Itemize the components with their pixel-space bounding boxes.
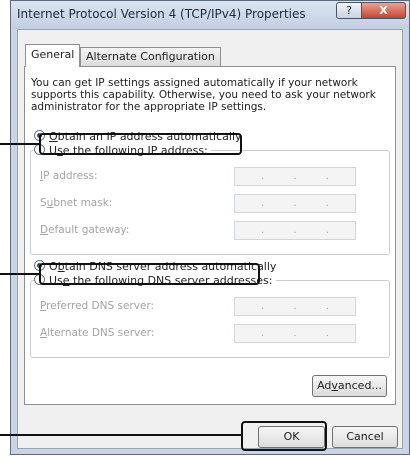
- default-gateway-field[interactable]: . . .: [234, 221, 356, 240]
- callout-line-ip: [0, 143, 40, 145]
- title-bar[interactable]: Internet Protocol Version 4 (TCP/IPv4) P…: [11, 1, 409, 29]
- callout-obtain-ip: [39, 133, 242, 155]
- ip-address-field[interactable]: . . .: [234, 167, 356, 186]
- alternate-dns-field[interactable]: . . .: [234, 324, 356, 343]
- cancel-button[interactable]: Cancel: [332, 426, 398, 448]
- callout-line-ok: [0, 434, 242, 436]
- subnet-mask-label: Subnet mask:: [40, 197, 113, 209]
- dns-server-group: [30, 280, 390, 358]
- ip-address-label: IP address:: [40, 170, 98, 182]
- tab-general[interactable]: General: [25, 44, 81, 67]
- advanced-button[interactable]: Advanced...: [312, 375, 387, 397]
- preferred-dns-field[interactable]: . . .: [234, 297, 356, 316]
- alternate-dns-label: Alternate DNS server:: [40, 327, 155, 339]
- dialog-client-area: General Alternate Configuration You can …: [17, 29, 403, 449]
- close-button[interactable]: X: [361, 2, 406, 19]
- properties-dialog: Internet Protocol Version 4 (TCP/IPv4) P…: [10, 0, 410, 455]
- default-gateway-label: Default gateway:: [40, 224, 130, 236]
- callout-ok: [241, 421, 327, 451]
- help-button[interactable]: ?: [336, 2, 362, 19]
- subnet-mask-field[interactable]: . . .: [234, 194, 356, 213]
- intro-text: You can get IP settings assigned automat…: [31, 77, 376, 113]
- general-tab-panel: You can get IP settings assigned automat…: [24, 66, 396, 405]
- tab-alternate-configuration[interactable]: Alternate Configuration: [80, 47, 221, 66]
- callout-line-dns: [0, 273, 40, 275]
- preferred-dns-label: Preferred DNS server:: [40, 300, 155, 312]
- callout-obtain-dns: [39, 263, 260, 285]
- window-title: Internet Protocol Version 4 (TCP/IPv4) P…: [17, 7, 306, 21]
